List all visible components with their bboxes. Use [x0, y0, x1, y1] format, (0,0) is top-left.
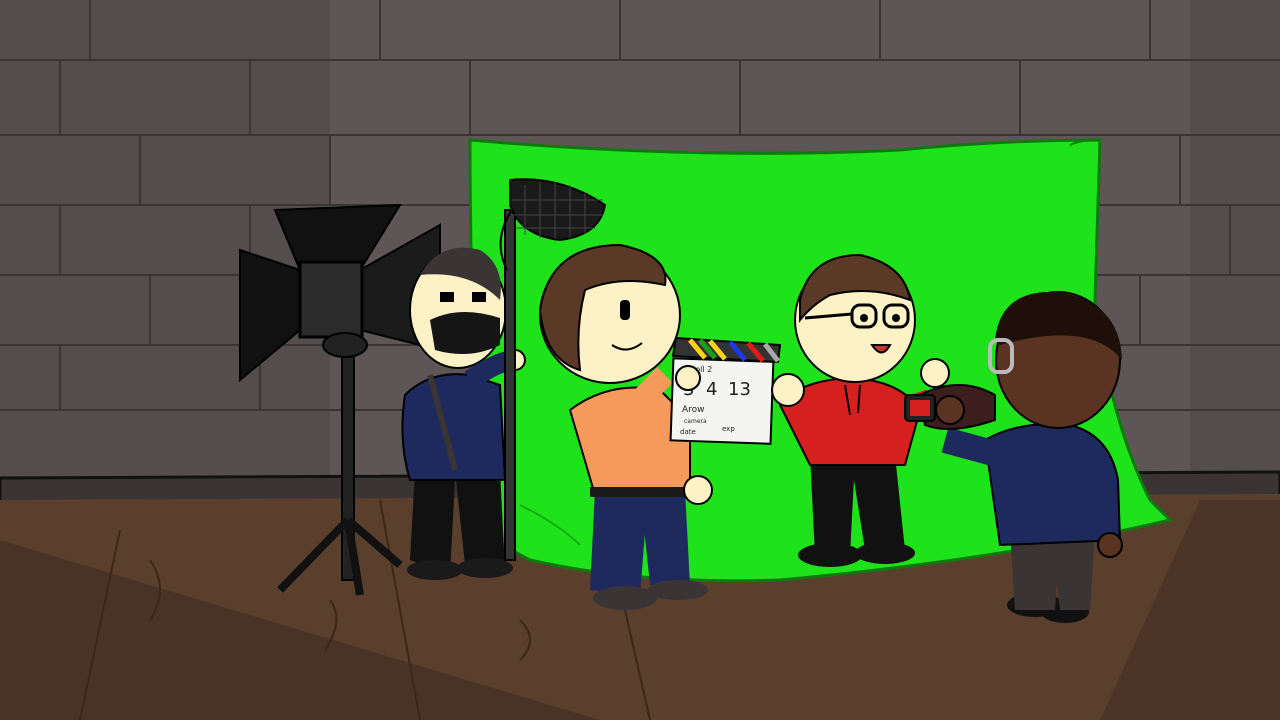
slate-production-label: Arow — [682, 405, 705, 415]
slate-take-number: 4 — [706, 379, 717, 400]
slate-camera-label: camera — [684, 418, 707, 425]
slate-extra-label: exp — [722, 425, 735, 433]
film-studio-scene: Roll 2 3 4 13 Arow camera date exp — [0, 0, 1280, 720]
slate-date-label: date — [680, 428, 696, 436]
slate-shot-number: 13 — [728, 379, 751, 400]
clapperboard: Roll 2 3 4 13 Arow camera date exp — [669, 336, 782, 445]
